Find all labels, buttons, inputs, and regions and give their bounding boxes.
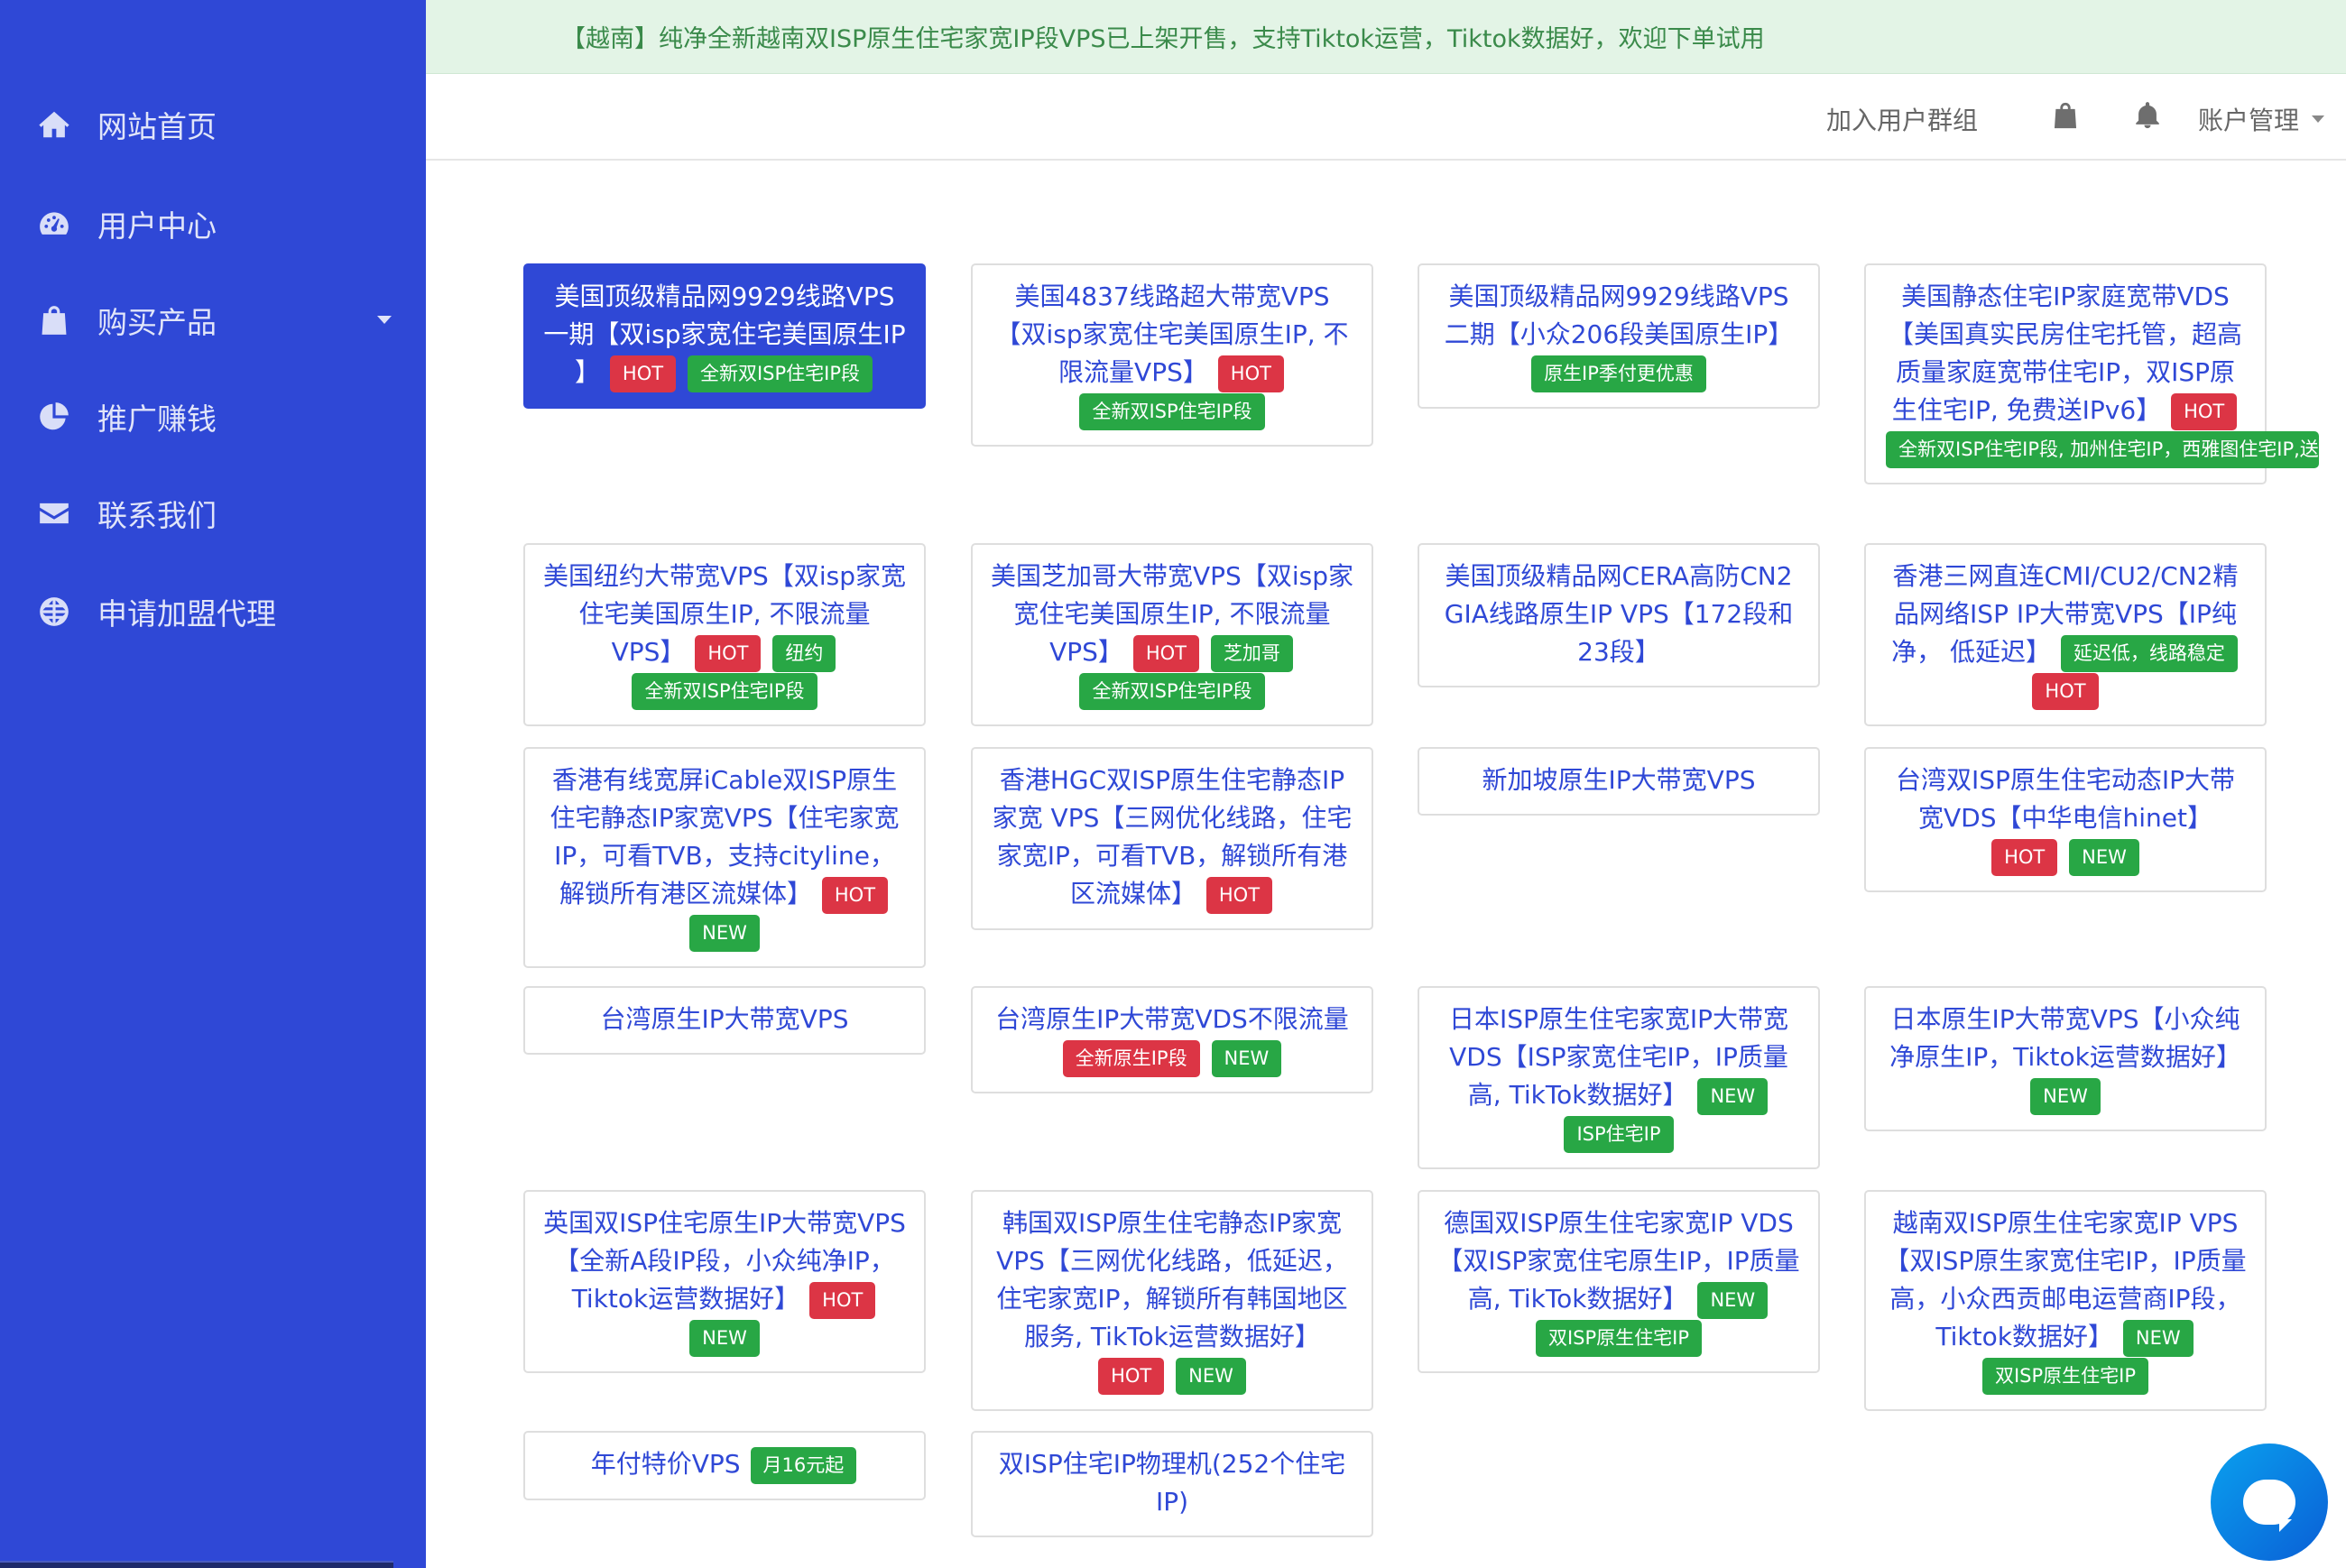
new-badge: NEW (2122, 1319, 2194, 1357)
tag-badge: 芝加哥 (1210, 634, 1293, 672)
tag-badge: 全新双ISP住宅IP段 (632, 673, 817, 710)
new-badge: NEW (1697, 1077, 1769, 1115)
product-title: 双ISP住宅IP物理机(252个住宅IP) (998, 1449, 1346, 1517)
sidebar-item-label: 用户中心 (97, 208, 217, 244)
account-menu[interactable]: 账户管理 (2198, 101, 2299, 137)
join-group-link[interactable]: 加入用户群组 (1826, 101, 1978, 137)
tag-badge: 全新双ISP住宅IP段 (1079, 673, 1265, 710)
product-card[interactable]: 美国顶级精品网9929线路VPS二期【小众206段美国原生IP】 原生IP季付更… (1418, 263, 1820, 409)
tag-badge: 双ISP原生住宅IP (1535, 1320, 1703, 1357)
shopping-bag-icon (36, 302, 72, 338)
product-card[interactable]: 美国顶级精品网CERA高防CN2 GIA线路原生IP VPS【172段和23段】 (1418, 543, 1820, 687)
product-card[interactable]: 英国双ISP住宅原生IP大带宽VPS【全新A段IP段，小众纯净IP，Tiktok… (523, 1190, 926, 1373)
product-title: 台湾双ISP原生住宅动态IP大带宽VDS【中华电信hinet】 (1895, 765, 2236, 833)
sidebar-item-label: 推广赚钱 (97, 401, 217, 437)
product-title: 年付特价VPS (590, 1449, 741, 1479)
shopping-bag-icon[interactable] (2047, 97, 2083, 134)
product-card[interactable]: 美国静态住宅IP家庭宽带VDS【美国真实民房住宅托管，超高质量家庭宽带住宅IP，… (1864, 263, 2319, 484)
new-badge: NEW (689, 1320, 760, 1357)
hot-badge: HOT (2171, 392, 2238, 430)
envelope-icon (36, 495, 72, 531)
product-card[interactable]: 香港HGC双ISP原生住宅静态IP家宽 VPS【三网优化线路，住宅家宽IP，可看… (971, 747, 1373, 930)
product-card[interactable]: 越南双ISP原生住宅家宽IP VPS【双ISP原生家宽住宅IP，IP质量高，小众… (1864, 1190, 2267, 1411)
chevron-down-icon (2312, 115, 2324, 123)
hot-badge: HOT (609, 355, 677, 392)
tag-badge: 纽约 (772, 634, 836, 672)
product-title: 美国顶级精品网9929线路VPS二期【小众206段美国原生IP】 (1444, 281, 1794, 349)
hot-badge: HOT (695, 634, 762, 672)
new-badge: NEW (1211, 1039, 1282, 1077)
product-card[interactable]: 新加坡原生IP大带宽VPS (1418, 747, 1820, 816)
product-card[interactable]: 香港有线宽屏iCable双ISP原生住宅静态IP家宽VPS【住宅家宽IP，可看T… (523, 747, 926, 968)
hot-badge: HOT (1205, 876, 1273, 914)
sidebar-item-user-center[interactable]: 用户中心 (0, 183, 426, 264)
tag-badge: 原生IP季付更优惠 (1531, 355, 1706, 392)
tag-badge: 全新双ISP住宅IP段, 加州住宅IP，西雅图住宅IP,送I (1886, 431, 2319, 468)
hot-badge: HOT (1098, 1357, 1165, 1395)
sidebar-item-affiliate[interactable]: 推广赚钱 (0, 376, 426, 457)
chat-widget-button[interactable] (2211, 1443, 2328, 1561)
sidebar-item-label: 网站首页 (97, 109, 217, 144)
new-badge: NEW (689, 915, 760, 952)
product-card[interactable]: 香港三网直连CMI/CU2/CN2精品网络ISP IP大带宽VPS【IP纯净， … (1864, 543, 2267, 726)
product-card[interactable]: 韩国双ISP原生住宅静态IP家宽VPS【三网优化线路，低延迟，住宅家宽IP，解锁… (971, 1190, 1373, 1411)
tag-badge: 全新原生IP段 (1062, 1039, 1200, 1077)
product-card[interactable]: 台湾原生IP大带宽VDS不限流量 全新原生IP段 NEW (971, 986, 1373, 1093)
product-card[interactable]: 美国纽约大带宽VPS【双isp家宽住宅美国原生IP, 不限流量VPS】 HOT … (523, 543, 926, 726)
tag-badge: 月16元起 (750, 1446, 857, 1484)
product-title: 台湾原生IP大带宽VDS不限流量 (995, 1004, 1349, 1034)
product-title: 新加坡原生IP大带宽VPS (1482, 765, 1756, 795)
product-title: 韩国双ISP原生住宅静态IP家宽VPS【三网优化线路，低延迟，住宅家宽IP，解锁… (996, 1208, 1348, 1351)
sidebar-item-home[interactable]: 网站首页 (0, 84, 426, 165)
sidebar-item-agent[interactable]: 申请加盟代理 (0, 571, 426, 652)
sidebar-item-contact[interactable]: 联系我们 (0, 473, 426, 554)
hot-badge: HOT (1991, 838, 2058, 876)
product-card[interactable]: 美国4837线路超大带宽VPS【双isp家宽住宅美国原生IP, 不限流量VPS】… (971, 263, 1373, 447)
new-badge: NEW (1697, 1281, 1769, 1319)
new-badge: NEW (2030, 1077, 2101, 1115)
tag-badge: 全新双ISP住宅IP段 (687, 355, 873, 392)
product-title: 日本原生IP大带宽VPS【小众纯净原生IP，Tiktok运营数据好】 (1889, 1004, 2241, 1072)
sidebar: 网站首页 用户中心 购买产品 推广赚钱 联系我们 申请加盟代理 (0, 0, 426, 1568)
hot-badge: HOT (809, 1281, 876, 1319)
chat-bubble-icon (2243, 1480, 2295, 1532)
product-title: 美国4837线路超大带宽VPS【双isp家宽住宅美国原生IP, 不限流量VPS】 (995, 281, 1349, 387)
hot-badge: HOT (821, 876, 889, 914)
announcement-text: 【越南】纯净全新越南双ISP原生住宅家宽IP段VPS已上架开售，支持Tiktok… (561, 25, 1765, 53)
hot-badge: HOT (2032, 673, 2099, 710)
product-card[interactable]: 美国顶级精品网9929线路VPS一期【双isp家宽住宅美国原生IP 】 HOT … (523, 263, 926, 409)
product-card[interactable]: 德国双ISP原生住宅家宽IP VDS【双ISP家宽住宅原生IP，IP质量高, T… (1418, 1190, 1820, 1373)
product-card[interactable]: 年付特价VPS 月16元起 (523, 1431, 926, 1500)
product-card[interactable]: 双ISP住宅IP物理机(252个住宅IP) (971, 1431, 1373, 1537)
tag-badge: 延迟低，线路稳定 (2060, 634, 2238, 672)
product-title: 台湾原生IP大带宽VPS (600, 1004, 849, 1034)
bell-icon[interactable] (2129, 97, 2166, 134)
new-badge: NEW (2069, 838, 2139, 876)
announcement-banner: 【越南】纯净全新越南双ISP原生住宅家宽IP段VPS已上架开售，支持Tiktok… (426, 0, 2346, 74)
globe-icon (36, 594, 72, 630)
pie-chart-icon (36, 399, 72, 435)
product-card[interactable]: 台湾双ISP原生住宅动态IP大带宽VDS【中华电信hinet】 HOT NEW (1864, 747, 2267, 892)
home-icon (36, 106, 72, 143)
sidebar-item-label: 联系我们 (97, 498, 217, 533)
tag-badge: ISP住宅IP (1564, 1116, 1674, 1153)
sidebar-item-label: 购买产品 (97, 305, 217, 340)
dashboard-icon (36, 206, 72, 242)
sidebar-item-label: 申请加盟代理 (97, 596, 276, 632)
sidebar-item-buy-products[interactable]: 购买产品 (0, 280, 426, 361)
product-card[interactable]: 美国芝加哥大带宽VPS【双isp家宽住宅美国原生IP, 不限流量VPS】 HOT… (971, 543, 1373, 726)
tag-badge: 双ISP原生住宅IP (1981, 1358, 2149, 1395)
product-title: 香港HGC双ISP原生住宅静态IP家宽 VPS【三网优化线路，住宅家宽IP，可看… (992, 765, 1353, 909)
new-badge: NEW (1176, 1357, 1246, 1395)
tag-badge: 全新双ISP住宅IP段 (1079, 393, 1265, 430)
product-card[interactable]: 台湾原生IP大带宽VPS (523, 986, 926, 1055)
hot-badge: HOT (1217, 355, 1284, 392)
product-card[interactable]: 日本ISP原生住宅家宽IP大带宽VDS【ISP家宽住宅IP，IP质量高, Tik… (1418, 986, 1820, 1169)
hot-badge: HOT (1132, 634, 1199, 672)
product-card[interactable]: 日本原生IP大带宽VPS【小众纯净原生IP，Tiktok运营数据好】 NEW (1864, 986, 2267, 1131)
chevron-down-icon (377, 316, 392, 324)
sidebar-footer (0, 1561, 393, 1568)
product-title: 美国顶级精品网CERA高防CN2 GIA线路原生IP VPS【172段和23段】 (1444, 561, 1794, 667)
top-navbar: 加入用户群组 账户管理 (426, 74, 2346, 161)
